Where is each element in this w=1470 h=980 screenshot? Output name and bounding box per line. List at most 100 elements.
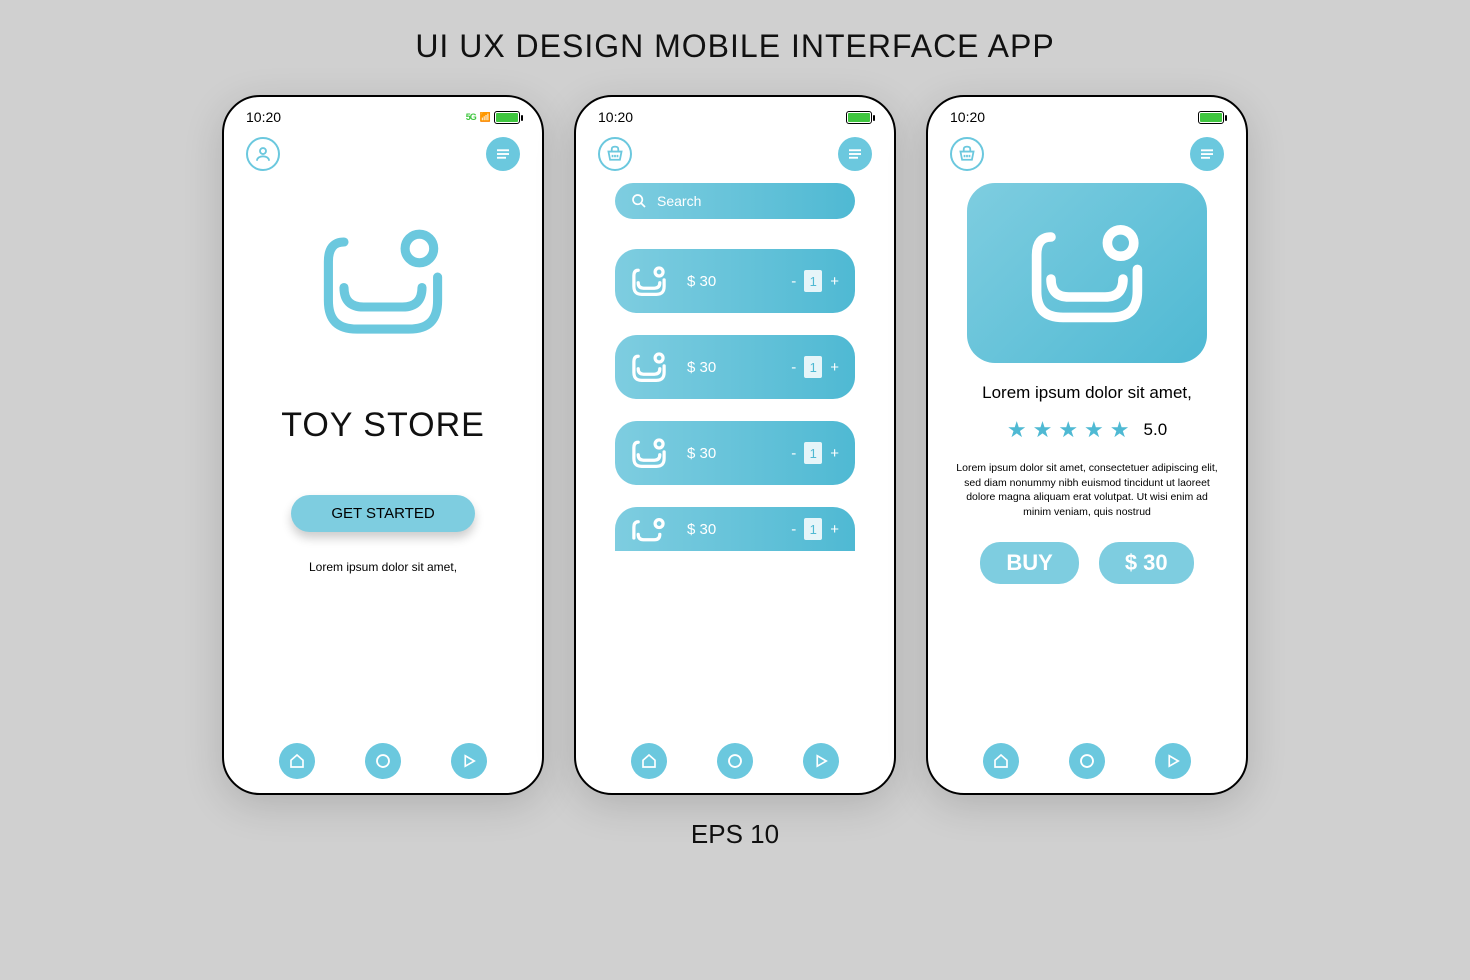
status-right: 5G 📶	[466, 111, 520, 124]
nav-circle-button[interactable]	[717, 743, 753, 779]
quantity-value: 1	[804, 270, 822, 292]
minus-button[interactable]: -	[791, 359, 796, 376]
nav-play-button[interactable]	[803, 743, 839, 779]
quantity-stepper[interactable]: - 1 +	[791, 442, 839, 464]
nav-circle-button[interactable]	[1069, 743, 1105, 779]
nav-circle-button[interactable]	[365, 743, 401, 779]
status-time: 10:20	[598, 109, 633, 125]
basket-icon	[957, 145, 977, 163]
nav-home-button[interactable]	[279, 743, 315, 779]
nav-play-button[interactable]	[451, 743, 487, 779]
quantity-stepper[interactable]: - 1 +	[791, 356, 839, 378]
battery-icon	[1198, 111, 1224, 124]
content-detail: Lorem ipsum dolor sit amet, ★ ★ ★ ★ ★ 5.…	[928, 171, 1246, 793]
home-icon	[640, 752, 658, 770]
product-card[interactable]: $ 30 - 1 +	[615, 507, 855, 551]
menu-button[interactable]	[838, 137, 872, 171]
app-logo	[318, 221, 448, 346]
product-icon	[631, 350, 667, 384]
minus-button[interactable]: -	[791, 273, 796, 290]
product-price: $ 30	[687, 445, 777, 462]
status-time: 10:20	[246, 109, 281, 125]
product-price: $ 30	[687, 273, 777, 290]
circle-icon	[726, 752, 744, 770]
get-started-button[interactable]: GET STARTED	[291, 495, 474, 532]
home-icon	[288, 752, 306, 770]
product-icon	[631, 436, 667, 470]
phone-screen-list: 10:20 Search $ 30 -	[574, 95, 896, 795]
menu-button[interactable]	[1190, 137, 1224, 171]
nav-home-button[interactable]	[983, 743, 1019, 779]
phones-row: 10:20 5G 📶 TOY STORE GET STA	[222, 95, 1248, 795]
status-bar: 10:20	[928, 97, 1246, 131]
basket-icon	[605, 145, 625, 163]
nav-home-button[interactable]	[631, 743, 667, 779]
circle-icon	[374, 752, 392, 770]
top-row	[928, 131, 1246, 171]
product-image	[967, 183, 1207, 363]
plus-button[interactable]: +	[830, 359, 839, 376]
bottom-nav	[928, 743, 1246, 779]
user-icon	[254, 145, 272, 163]
cart-button[interactable]	[950, 137, 984, 171]
footer-text: EPS 10	[691, 819, 779, 850]
product-list: $ 30 - 1 + $ 30 - 1 +	[615, 249, 855, 551]
product-card[interactable]: $ 30 - 1 +	[615, 421, 855, 485]
buy-button[interactable]: BUY	[980, 542, 1078, 584]
star-icon: ★	[1084, 417, 1104, 443]
play-icon	[812, 752, 830, 770]
product-card[interactable]: $ 30 - 1 +	[615, 249, 855, 313]
top-row	[576, 131, 894, 171]
signal-bars-icon: 📶	[480, 112, 490, 123]
status-time: 10:20	[950, 109, 985, 125]
search-icon	[631, 193, 647, 209]
price-button[interactable]: $ 30	[1099, 542, 1194, 584]
quantity-value: 1	[804, 518, 822, 540]
plus-button[interactable]: +	[830, 445, 839, 462]
status-right	[1198, 111, 1224, 124]
battery-icon	[494, 111, 520, 124]
menu-icon	[846, 145, 864, 163]
cart-button[interactable]	[598, 137, 632, 171]
plus-button[interactable]: +	[830, 273, 839, 290]
circle-icon	[1078, 752, 1096, 770]
content-welcome: TOY STORE GET STARTED Lorem ipsum dolor …	[224, 171, 542, 793]
quantity-stepper[interactable]: - 1 +	[791, 270, 839, 292]
minus-button[interactable]: -	[791, 521, 796, 538]
status-bar: 10:20 5G 📶	[224, 97, 542, 131]
bottom-nav	[576, 743, 894, 779]
bottom-nav	[224, 743, 542, 779]
play-icon	[460, 752, 478, 770]
product-price: $ 30	[687, 359, 777, 376]
status-bar: 10:20	[576, 97, 894, 131]
search-input[interactable]: Search	[615, 183, 855, 219]
star-icon: ★	[1058, 417, 1078, 443]
product-card[interactable]: $ 30 - 1 +	[615, 335, 855, 399]
welcome-subtext: Lorem ipsum dolor sit amet,	[309, 560, 457, 574]
battery-icon	[846, 111, 872, 124]
nav-play-button[interactable]	[1155, 743, 1191, 779]
quantity-value: 1	[804, 356, 822, 378]
minus-button[interactable]: -	[791, 445, 796, 462]
profile-button[interactable]	[246, 137, 280, 171]
quantity-stepper[interactable]: - 1 +	[791, 518, 839, 540]
product-title: Lorem ipsum dolor sit amet,	[982, 383, 1192, 403]
search-placeholder: Search	[657, 193, 701, 209]
menu-icon	[494, 145, 512, 163]
menu-icon	[1198, 145, 1216, 163]
content-list: Search $ 30 - 1 + $ 30 -	[576, 171, 894, 793]
store-title: TOY STORE	[281, 406, 485, 445]
star-icon: ★	[1007, 417, 1027, 443]
phone-screen-detail: 10:20 Lorem ipsum dolor sit amet, ★	[926, 95, 1248, 795]
top-row	[224, 131, 542, 171]
product-icon	[631, 264, 667, 298]
rating-value: 5.0	[1144, 420, 1168, 440]
menu-button[interactable]	[486, 137, 520, 171]
home-icon	[992, 752, 1010, 770]
product-description: Lorem ipsum dolor sit amet, consectetuer…	[950, 461, 1224, 520]
rating-row: ★ ★ ★ ★ ★ 5.0	[1007, 417, 1167, 443]
product-price: $ 30	[687, 521, 777, 538]
star-icon: ★	[1033, 417, 1053, 443]
signal-icon: 5G	[466, 112, 476, 122]
plus-button[interactable]: +	[830, 521, 839, 538]
